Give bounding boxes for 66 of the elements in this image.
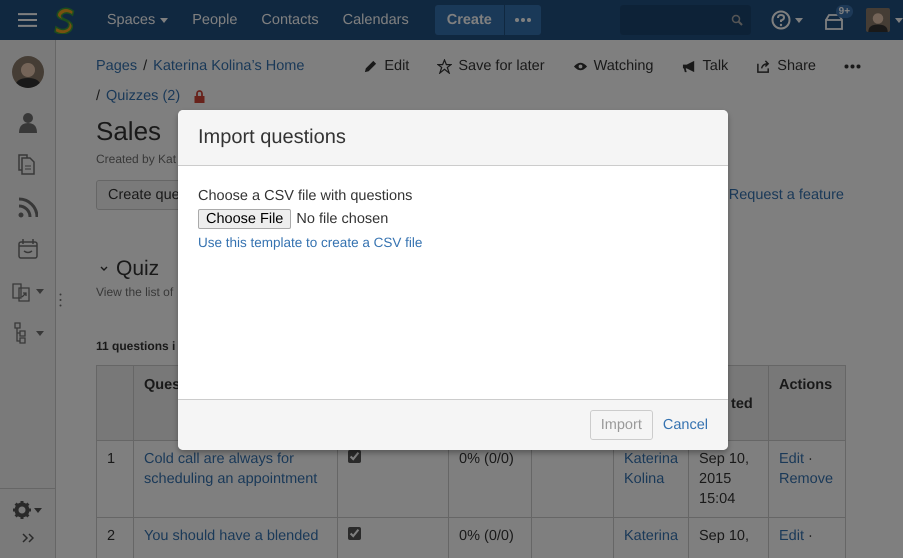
notification-icon[interactable]: [824, 14, 843, 30]
caret-icon[interactable]: [36, 330, 44, 336]
template-link[interactable]: Use this template to create a CSV file: [198, 235, 422, 250]
dialog-title: Import questions: [198, 126, 346, 149]
star-icon: [437, 58, 452, 74]
user-avatar[interactable]: [866, 8, 890, 32]
separator: ·: [808, 528, 813, 544]
checkbox[interactable]: [348, 450, 361, 463]
checkbox[interactable]: [348, 527, 361, 540]
table-cell: 2: [96, 518, 134, 558]
page-action-link[interactable]: Share: [777, 58, 816, 74]
more-icon[interactable]: [844, 64, 861, 68]
section-title: Quiz: [116, 257, 160, 281]
more-icon: [514, 18, 531, 22]
caret-icon[interactable]: [794, 18, 803, 22]
nav-link[interactable]: Contacts: [249, 12, 331, 28]
breadcrumb-link[interactable]: Quizzes (2): [106, 88, 180, 104]
edit-link[interactable]: Edit: [779, 451, 804, 467]
search-field[interactable]: [620, 5, 751, 35]
breadcrumb-separator: /: [96, 88, 100, 104]
caret-icon[interactable]: [160, 18, 168, 22]
feature-link[interactable]: Request a feature: [728, 187, 844, 203]
notification-count: 9+: [836, 5, 854, 18]
page-action-link[interactable]: Talk: [702, 58, 728, 74]
more-button[interactable]: [504, 5, 541, 35]
menu-icon[interactable]: [18, 13, 38, 27]
nav-link[interactable]: People: [180, 12, 250, 28]
edit-link[interactable]: Edit: [779, 528, 804, 544]
create-button[interactable]: Create: [434, 5, 505, 35]
separator: ·: [808, 451, 813, 467]
share-icon: [756, 58, 772, 74]
byline: Created by Kat: [96, 152, 178, 166]
chevron-icon[interactable]: [100, 266, 108, 272]
remove-link[interactable]: Remove: [779, 471, 834, 487]
nav-link[interactable]: Calendars: [330, 12, 421, 28]
feed-icon[interactable]: [18, 196, 38, 218]
settings-icon[interactable]: [13, 501, 31, 519]
breadcrumb-separator: /: [143, 58, 148, 74]
section-description: View the list of: [96, 285, 174, 299]
caret-icon[interactable]: [34, 508, 42, 512]
choose-file-button[interactable]: Choose File: [198, 209, 292, 229]
breadcrumb-link[interactable]: Katerina Kolina’s Home: [153, 58, 304, 74]
pencil-icon: [363, 58, 378, 74]
page-action-link[interactable]: Save for later: [458, 58, 545, 74]
page-action-link[interactable]: Edit: [384, 58, 410, 74]
lock-icon: [194, 90, 206, 102]
breadcrumb-link[interactable]: Pages: [96, 58, 138, 74]
page-action-link[interactable]: Watching: [594, 58, 654, 74]
column-header: Actions: [768, 366, 846, 440]
nav-link[interactable]: Spaces: [94, 12, 180, 28]
caret-icon[interactable]: [895, 18, 903, 22]
megaphone-icon: [682, 58, 696, 74]
file-status: No file chosen: [296, 211, 388, 227]
table-cell: 1: [96, 440, 134, 518]
search-icon: [730, 14, 743, 26]
help-icon[interactable]: [770, 10, 791, 30]
expand-icon[interactable]: [22, 533, 34, 543]
calendar-icon[interactable]: [18, 238, 38, 260]
question-count: 11 questions i: [96, 339, 176, 353]
user-avatar[interactable]: [12, 56, 44, 88]
resize-handle[interactable]: [59, 293, 62, 307]
page-title: Sales: [96, 115, 162, 148]
caret-icon[interactable]: [36, 288, 44, 294]
field-label: Choose a CSV file with questions: [198, 188, 414, 204]
person-icon[interactable]: [18, 112, 38, 134]
pages-icon[interactable]: [18, 154, 38, 176]
